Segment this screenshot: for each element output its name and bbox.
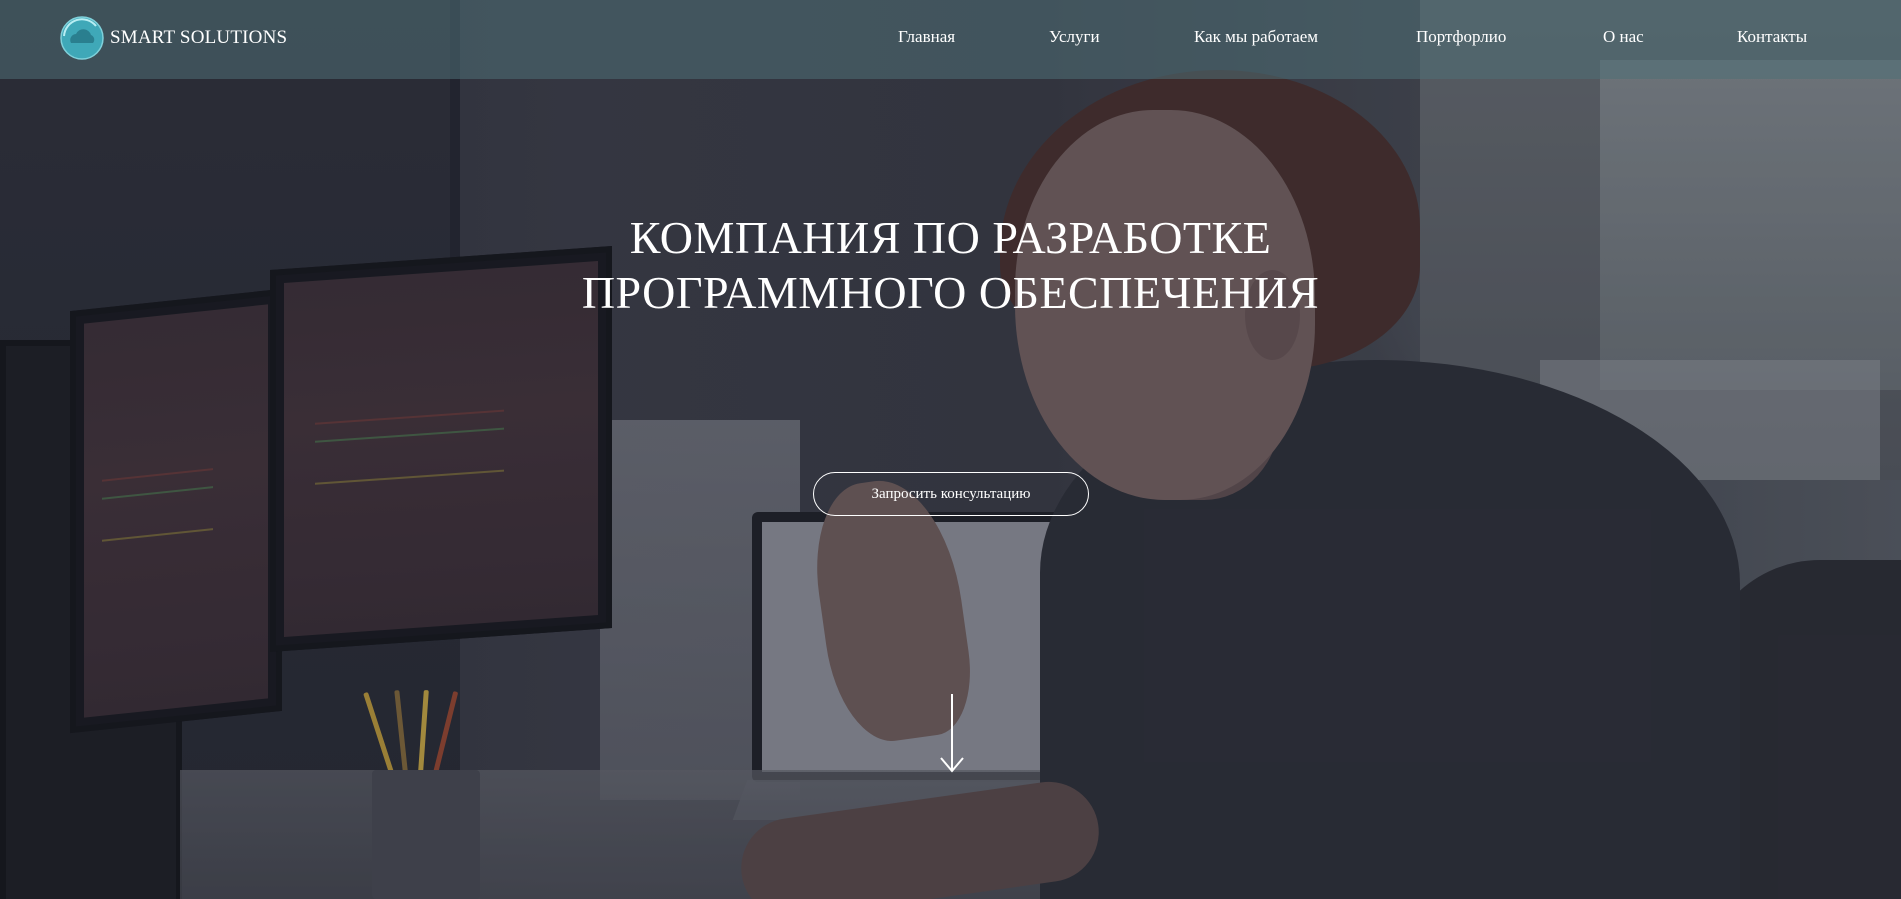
site-header: SMART SOLUTIONS Главная Услуги Как мы ра…	[0, 0, 1901, 79]
main-nav: Главная Услуги Как мы работаем Портфорли…	[0, 27, 1901, 51]
nav-item-portfolio[interactable]: Портфорлио	[1416, 27, 1506, 47]
hero-title-line-2: ПРОГРАММНОГО ОБЕСПЕЧЕНИЯ	[581, 267, 1320, 318]
hero-title-line-1: КОМПАНИЯ ПО РАЗРАБОТКЕ	[629, 212, 1272, 263]
hero-title: КОМПАНИЯ ПО РАЗРАБОТКЕ ПРОГРАММНОГО ОБЕС…	[0, 210, 1901, 320]
arrow-down-icon[interactable]	[938, 694, 966, 774]
nav-item-contacts[interactable]: Контакты	[1737, 27, 1807, 47]
request-consultation-button[interactable]: Запросить консультацию	[813, 472, 1089, 516]
nav-item-services[interactable]: Услуги	[1049, 27, 1100, 47]
nav-item-about[interactable]: О нас	[1603, 27, 1644, 47]
nav-item-how-we-work[interactable]: Как мы работаем	[1194, 27, 1318, 47]
nav-item-home[interactable]: Главная	[898, 27, 955, 47]
